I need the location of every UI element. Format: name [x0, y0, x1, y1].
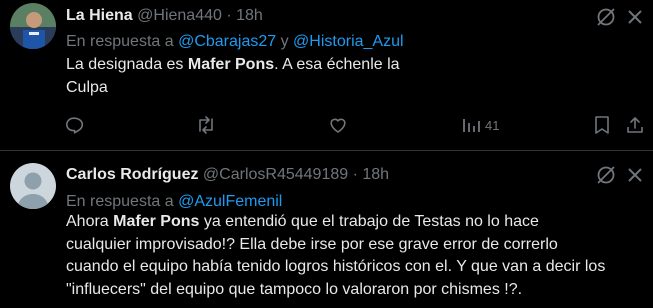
tweet-text-line: Culpa — [66, 78, 108, 96]
mention-link[interactable]: @Cbarajas27 — [178, 33, 276, 50]
tweet-header: La Hiena @Hiena440 · 18h — [66, 6, 263, 26]
views-count: 41 — [485, 117, 500, 133]
tweet-carlos-rodriguez[interactable]: Carlos Rodríguez @CarlosR45449189 · 18h … — [0, 151, 653, 308]
bookmark-button[interactable] — [593, 112, 611, 138]
tweet-text: Ahora Mafer Pons ya entendió que el trab… — [66, 211, 605, 301]
text-span: Ahora — [66, 213, 114, 230]
reply-context: En respuesta a @Cbarajas27 y @Historia_A… — [66, 32, 404, 52]
mention-link[interactable]: @Historia_Azul — [293, 33, 404, 50]
like-icon — [330, 118, 346, 133]
meta-separator: · — [226, 7, 232, 24]
views-button[interactable]: 41 — [461, 112, 499, 138]
author-handle[interactable]: @Hiena440 — [137, 7, 222, 24]
more-icon[interactable] — [624, 6, 646, 28]
reply-button[interactable] — [64, 112, 84, 138]
meta-separator: · — [352, 166, 358, 183]
avatar[interactable] — [10, 163, 56, 209]
tweet-text-line: cualquier improvisado!? Ella debe irse p… — [66, 235, 558, 253]
text-span: La designada es — [66, 56, 188, 73]
reply-prefix: En respuesta a — [66, 33, 179, 50]
reply-joiner: y — [276, 33, 294, 50]
share-icon — [627, 117, 643, 133]
share-button[interactable] — [625, 112, 645, 138]
tweet-text: La designada es Mafer Pons. A esa échenl… — [66, 54, 400, 99]
bold-text: Mafer Pons — [187, 56, 275, 73]
reply-prefix: En respuesta a — [66, 193, 179, 210]
text-span: . A esa échenle la — [274, 56, 400, 73]
bold-text: Mafer Pons — [113, 213, 200, 230]
retweet-button[interactable] — [195, 112, 217, 138]
action-bar: 41 — [0, 112, 653, 138]
text-span: ya entendió que el trabajo de Testas no … — [199, 213, 539, 230]
grok-icon[interactable] — [593, 162, 619, 188]
more-icon[interactable] — [624, 164, 646, 186]
like-button[interactable] — [328, 112, 348, 138]
reply-icon — [66, 117, 84, 134]
tweet-text-line: Ahora Mafer Pons ya entendió que el trab… — [66, 211, 605, 234]
tweet-header: Carlos Rodríguez @CarlosR45449189 · 18h — [66, 165, 389, 185]
bookmark-icon — [595, 116, 609, 134]
retweet-icon — [199, 116, 213, 134]
timestamp[interactable]: 18h — [362, 166, 389, 183]
tweet-text-line: La designada es Mafer Pons. A esa échenl… — [66, 54, 400, 77]
author-name[interactable]: Carlos Rodríguez — [66, 166, 198, 183]
author-name[interactable]: La Hiena — [66, 7, 133, 24]
avatar[interactable] — [10, 3, 56, 49]
tweet-text-line: cuando el equipo había tenido logros his… — [66, 258, 606, 275]
tweet-la-hiena[interactable]: La Hiena @Hiena440 · 18h En respuesta a … — [0, 0, 653, 150]
author-handle[interactable]: @CarlosR45449189 — [203, 166, 348, 183]
views-icon — [463, 119, 480, 132]
tweet-text-line: "influecers" del equipo que tampoco lo v… — [66, 280, 523, 298]
mention-link[interactable]: @AzulFemenil — [178, 193, 282, 210]
grok-icon[interactable] — [593, 4, 619, 30]
timestamp[interactable]: 18h — [236, 7, 263, 24]
reply-context: En respuesta a @AzulFemenil — [66, 192, 282, 212]
